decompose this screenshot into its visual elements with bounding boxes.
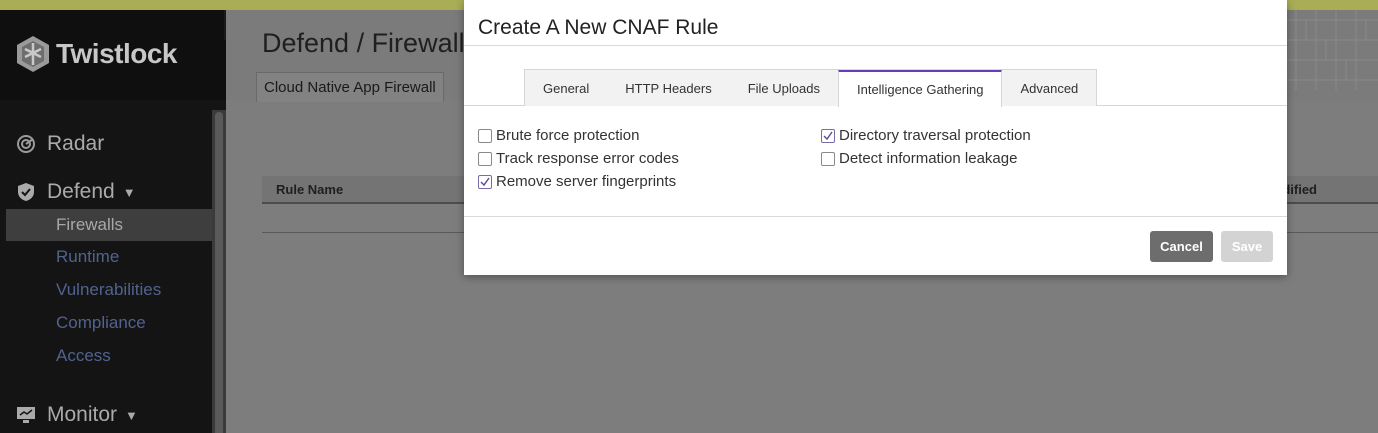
create-cnaf-rule-modal: Create A New CNAF Rule General HTTP Head… bbox=[464, 0, 1287, 275]
modal-footer-divider bbox=[464, 216, 1287, 217]
decorative-pattern bbox=[1286, 10, 1378, 90]
option-label: Detect information leakage bbox=[839, 150, 1018, 167]
nav-section-radar[interactable]: Radar bbox=[16, 132, 104, 156]
chevron-down-icon: ▼ bbox=[122, 184, 136, 200]
directory-traversal-protection-option[interactable]: Directory traversal protection bbox=[821, 127, 1031, 144]
modal-divider bbox=[464, 45, 1287, 46]
sidebar-item-vulnerabilities[interactable]: Vulnerabilities bbox=[56, 280, 161, 300]
shield-icon bbox=[16, 182, 36, 202]
column-modified[interactable]: dified bbox=[1282, 182, 1317, 197]
sidebar-item-access[interactable]: Access bbox=[56, 346, 111, 366]
tab-general[interactable]: General bbox=[525, 70, 607, 106]
remove-server-fingerprints-option[interactable]: Remove server fingerprints bbox=[478, 173, 676, 190]
sidebar-item-compliance[interactable]: Compliance bbox=[56, 313, 146, 333]
brute-force-protection-checkbox[interactable] bbox=[478, 128, 492, 143]
sidebar-scroll-thumb[interactable] bbox=[215, 112, 223, 433]
modal-title: Create A New CNAF Rule bbox=[478, 16, 719, 39]
brand-name: Twistlock bbox=[56, 38, 178, 69]
brute-force-protection-option[interactable]: Brute force protection bbox=[478, 127, 639, 144]
save-button[interactable]: Save bbox=[1221, 231, 1273, 262]
option-label: Directory traversal protection bbox=[839, 127, 1031, 144]
remove-server-fingerprints-checkbox[interactable] bbox=[478, 174, 492, 189]
nav-section-label: Radar bbox=[47, 132, 105, 155]
modal-tabs: General HTTP Headers File Uploads Intell… bbox=[524, 69, 1098, 107]
tab-intelligence-gathering[interactable]: Intelligence Gathering bbox=[837, 70, 1003, 107]
track-response-error-codes-checkbox[interactable] bbox=[478, 151, 492, 166]
sidebar-item-runtime[interactable]: Runtime bbox=[56, 247, 119, 267]
cancel-button[interactable]: Cancel bbox=[1150, 231, 1213, 262]
monitor-icon bbox=[16, 405, 36, 425]
checkmark-icon bbox=[823, 131, 833, 140]
chevron-down-icon: ▼ bbox=[125, 407, 138, 423]
option-label: Track response error codes bbox=[496, 150, 679, 167]
radar-icon bbox=[16, 134, 36, 154]
tab-cloud-native-app-firewall[interactable]: Cloud Native App Firewall bbox=[256, 72, 444, 102]
nav-section-label: Monitor bbox=[47, 403, 118, 426]
option-label: Remove server fingerprints bbox=[496, 173, 677, 190]
sidebar: Twistlock Radar Defend ▼ Firewalls Runti… bbox=[0, 10, 226, 433]
detect-information-leakage-checkbox[interactable] bbox=[821, 151, 835, 166]
tab-file-uploads[interactable]: File Uploads bbox=[730, 70, 838, 106]
brand-header: Twistlock bbox=[0, 10, 226, 100]
tab-advanced[interactable]: Advanced bbox=[1002, 70, 1096, 106]
sidebar-item-firewalls[interactable]: Firewalls bbox=[6, 209, 212, 241]
checkmark-icon bbox=[480, 177, 490, 186]
nav-section-monitor[interactable]: Monitor ▼ bbox=[16, 403, 138, 427]
nav-section-label: Defend bbox=[47, 180, 115, 203]
tab-http-headers[interactable]: HTTP Headers bbox=[607, 70, 729, 106]
column-rule-name[interactable]: Rule Name bbox=[276, 182, 343, 197]
twistlock-logo-icon bbox=[17, 36, 49, 72]
directory-traversal-protection-checkbox[interactable] bbox=[821, 128, 835, 143]
nav-section-defend[interactable]: Defend ▼ bbox=[16, 180, 136, 204]
option-label: Brute force protection bbox=[496, 127, 640, 144]
page-title: Defend / Firewalls bbox=[262, 28, 479, 58]
detect-information-leakage-option[interactable]: Detect information leakage bbox=[821, 150, 1017, 167]
track-response-error-codes-option[interactable]: Track response error codes bbox=[478, 150, 679, 167]
